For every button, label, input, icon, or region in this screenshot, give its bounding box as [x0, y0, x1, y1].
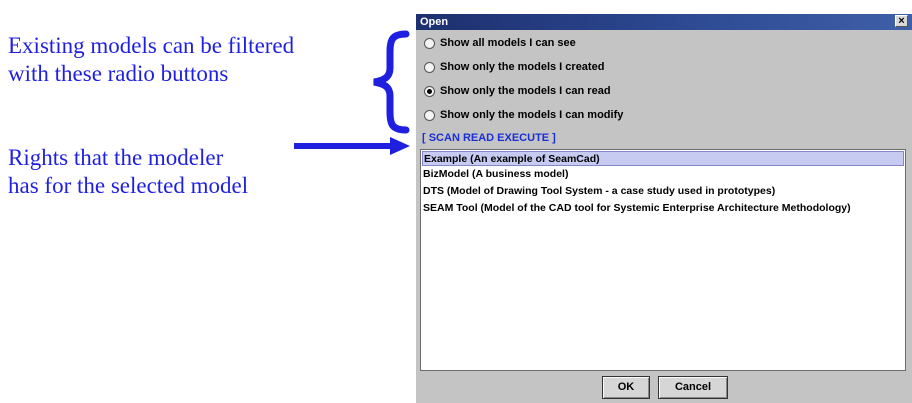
dialog-titlebar[interactable]: Open × — [416, 14, 912, 30]
filter-annotation-line1: Existing models can be filtered — [8, 33, 295, 58]
dialog-title: Open — [420, 16, 449, 28]
radio-show-all[interactable]: Show all models I can see — [424, 34, 576, 52]
filter-annotation-line2: with these radio buttons — [8, 61, 229, 86]
radio-icon[interactable] — [424, 37, 435, 49]
list-item[interactable]: Example (An example of SeamCad) — [422, 151, 904, 166]
cancel-button[interactable]: Cancel — [658, 376, 728, 399]
curly-brace-icon — [373, 30, 410, 134]
radio-icon[interactable] — [424, 109, 435, 121]
radio-label: Show all models I can see — [440, 37, 576, 49]
close-button[interactable]: × — [895, 15, 908, 27]
rights-label: [ SCAN READ EXECUTE ] — [422, 132, 556, 144]
radio-show-created[interactable]: Show only the models I created — [424, 58, 604, 76]
radio-label: Show only the models I can read — [440, 85, 611, 97]
filter-annotation: Existing models can be filtered with the… — [8, 32, 294, 88]
ok-button[interactable]: OK — [602, 376, 650, 399]
list-item[interactable]: BizModel (A business model) — [422, 167, 904, 182]
arrow-icon — [294, 137, 410, 155]
list-item[interactable]: DTS (Model of Drawing Tool System - a ca… — [422, 184, 904, 199]
list-item[interactable]: SEAM Tool (Model of the CAD tool for Sys… — [422, 201, 904, 216]
radio-icon[interactable] — [424, 61, 435, 73]
radio-label: Show only the models I can modify — [440, 109, 624, 121]
open-dialog: Open × Show all models I can see Show on… — [416, 14, 912, 403]
rights-annotation-line1: Rights that the modeler — [8, 145, 224, 170]
radio-label: Show only the models I created — [440, 61, 605, 73]
rights-annotation-line2: has for the selected model — [8, 173, 249, 198]
model-list[interactable]: Example (An example of SeamCad) BizModel… — [420, 149, 906, 371]
radio-checked-icon[interactable] — [424, 85, 435, 97]
rights-annotation: Rights that the modeler has for the sele… — [8, 144, 248, 200]
radio-show-read[interactable]: Show only the models I can read — [424, 82, 611, 100]
radio-show-modify[interactable]: Show only the models I can modify — [424, 106, 623, 124]
